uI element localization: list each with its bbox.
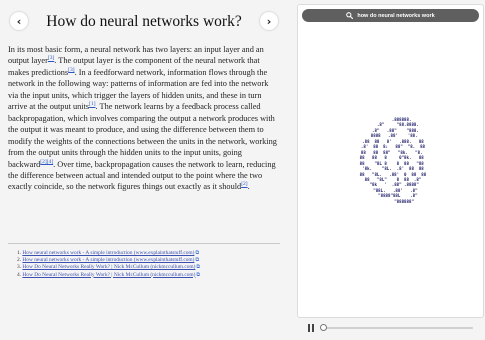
reference-number: 2. bbox=[17, 257, 22, 264]
reference-link[interactable]: How Do Neural Networks Really Work? | Ni… bbox=[22, 264, 195, 270]
reference-link[interactable]: How neural networks work - A simple intr… bbox=[22, 257, 194, 263]
chevron-right-icon[interactable]: › bbox=[260, 12, 278, 30]
page-title: How do neural networks work? bbox=[46, 13, 242, 30]
ascii-art-image: .888888. .8" "88.8888. .8" .88" "888. 88… bbox=[359, 117, 427, 204]
article-panel: ‹ How do neural networks work? › In its … bbox=[0, 0, 290, 340]
search-icon bbox=[346, 12, 354, 19]
reference-number: 3. bbox=[17, 264, 22, 271]
reference-list: 1. How neural networks work - A simple i… bbox=[17, 250, 200, 279]
reference-item: 3. How Do Neural Networks Really Work? |… bbox=[17, 264, 200, 271]
external-link-icon[interactable]: ⧉ bbox=[196, 264, 200, 270]
media-panel: how do neural networks work .888888. .8"… bbox=[297, 4, 484, 318]
search-bar[interactable]: how do neural networks work bbox=[302, 9, 479, 22]
title-bar: ‹ How do neural networks work? › bbox=[6, 9, 282, 35]
divider bbox=[8, 243, 280, 244]
progress-thumb[interactable] bbox=[320, 324, 327, 331]
external-link-icon[interactable]: ⧉ bbox=[195, 257, 199, 263]
reference-number: 4. bbox=[17, 271, 22, 278]
reference-number: 1. bbox=[17, 250, 22, 256]
chevron-left-icon[interactable]: ‹ bbox=[10, 12, 28, 30]
progress-track[interactable] bbox=[323, 327, 473, 329]
reference-item: 4. How Do Neural Networks Really Work? |… bbox=[17, 272, 200, 279]
search-query: how do neural networks work bbox=[357, 12, 435, 19]
external-link-icon[interactable]: ⧉ bbox=[196, 272, 200, 278]
article-text: . bbox=[247, 182, 250, 192]
reference-link[interactable]: How Do Neural Networks Really Work? | Ni… bbox=[22, 272, 195, 278]
pause-icon[interactable] bbox=[307, 324, 315, 332]
article-body: In its most basic form, a neural network… bbox=[8, 44, 280, 193]
external-link-icon[interactable]: ⧉ bbox=[195, 250, 199, 256]
media-player bbox=[305, 321, 475, 335]
reference-link[interactable]: How neural networks work - A simple intr… bbox=[22, 250, 194, 256]
